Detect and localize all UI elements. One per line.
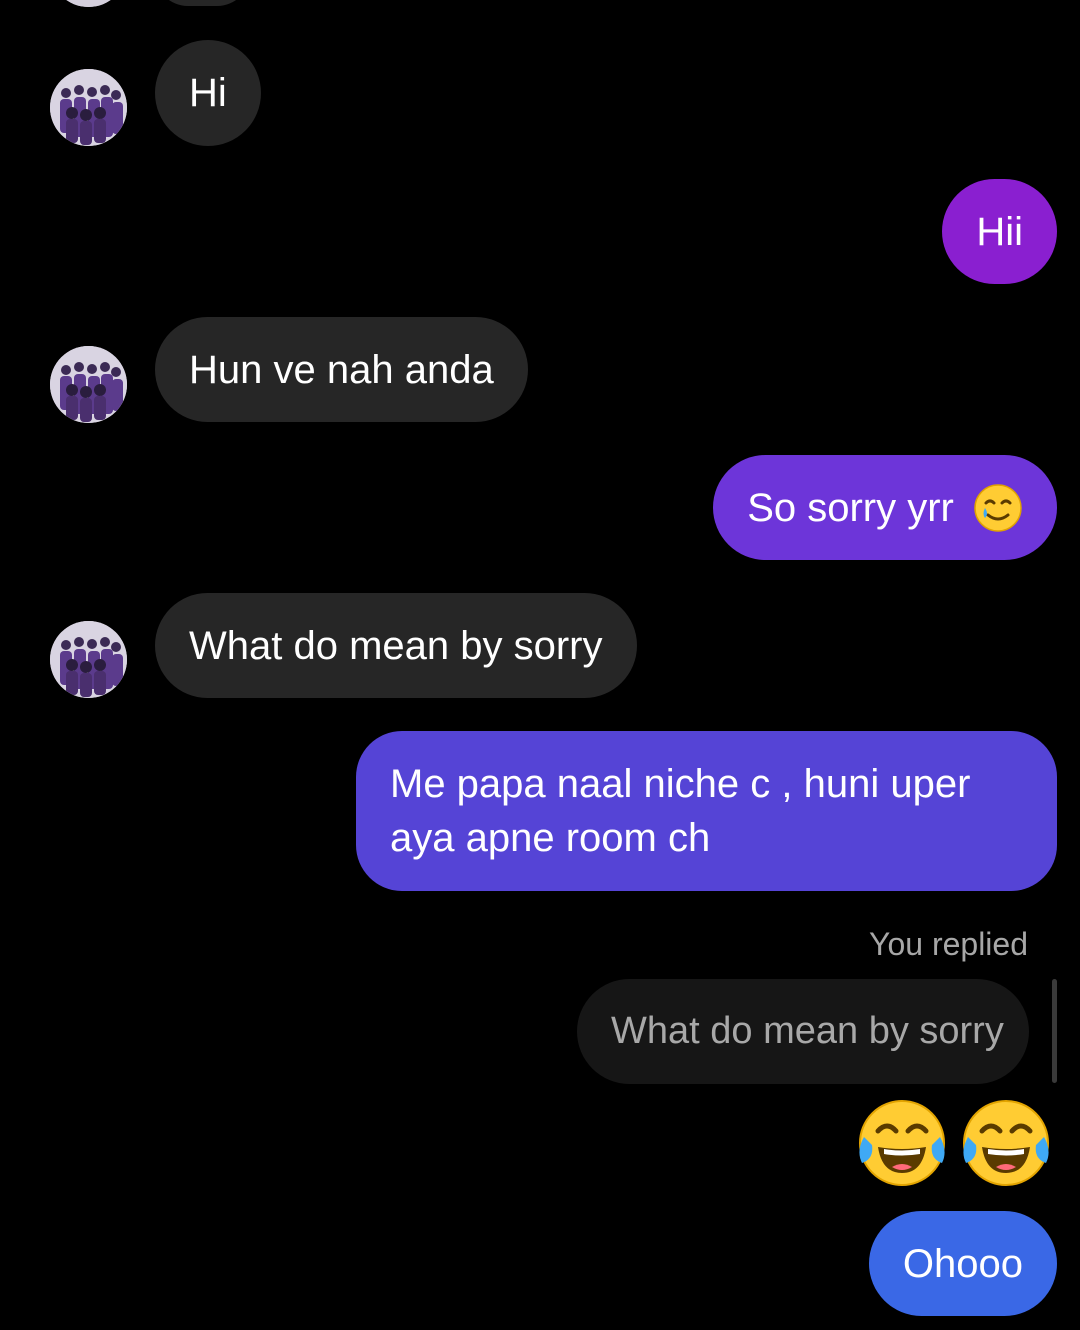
emoji-message[interactable] bbox=[854, 1097, 1058, 1189]
message-text: Hun ve nah anda bbox=[189, 348, 494, 392]
message-bubble-incoming[interactable]: Hun ve nah anda bbox=[155, 317, 528, 422]
contact-avatar[interactable] bbox=[50, 621, 127, 698]
quoted-message[interactable]: What do mean by sorry bbox=[577, 979, 1029, 1084]
contact-avatar[interactable] bbox=[50, 0, 127, 7]
contact-avatar[interactable] bbox=[50, 69, 127, 146]
message-bubble-incoming[interactable] bbox=[155, 0, 250, 6]
quoted-text: What do mean by sorry bbox=[611, 1010, 1004, 1052]
message-text: Ohooo bbox=[902, 1242, 1023, 1286]
message-text: Me papa naal niche c , huni uper aya apn… bbox=[390, 762, 971, 860]
message-bubble-outgoing[interactable]: Ohooo bbox=[868, 1211, 1057, 1316]
group-photo-avatar bbox=[50, 69, 127, 146]
reply-label: You replied bbox=[869, 926, 1028, 962]
contact-avatar[interactable] bbox=[50, 346, 127, 423]
group-photo-avatar bbox=[50, 621, 127, 698]
message-text: So sorry yrr bbox=[747, 486, 954, 530]
message-bubble-outgoing[interactable]: So sorry yrr bbox=[713, 455, 1057, 560]
message-bubble-outgoing[interactable]: Me papa naal niche c , huni uper aya apn… bbox=[356, 731, 1057, 891]
message-bubble-incoming[interactable]: What do mean by sorry bbox=[155, 593, 637, 698]
message-bubble-outgoing[interactable]: Hii bbox=[942, 179, 1057, 284]
smiling-face-with-tear-icon bbox=[974, 484, 1022, 532]
message-text: Hi bbox=[189, 71, 227, 115]
face-with-tears-of-joy-icon bbox=[859, 1100, 945, 1186]
reply-indicator-bar bbox=[1052, 979, 1057, 1083]
message-text: Hii bbox=[976, 210, 1023, 254]
group-photo-avatar bbox=[50, 346, 127, 423]
message-text: What do mean by sorry bbox=[189, 624, 603, 668]
message-bubble-incoming[interactable]: Hi bbox=[155, 40, 261, 146]
face-with-tears-of-joy-icon bbox=[963, 1100, 1049, 1186]
chat-thread[interactable]: Hi Hii Hun ve nah anda So sorry yrr What… bbox=[0, 0, 1080, 1330]
